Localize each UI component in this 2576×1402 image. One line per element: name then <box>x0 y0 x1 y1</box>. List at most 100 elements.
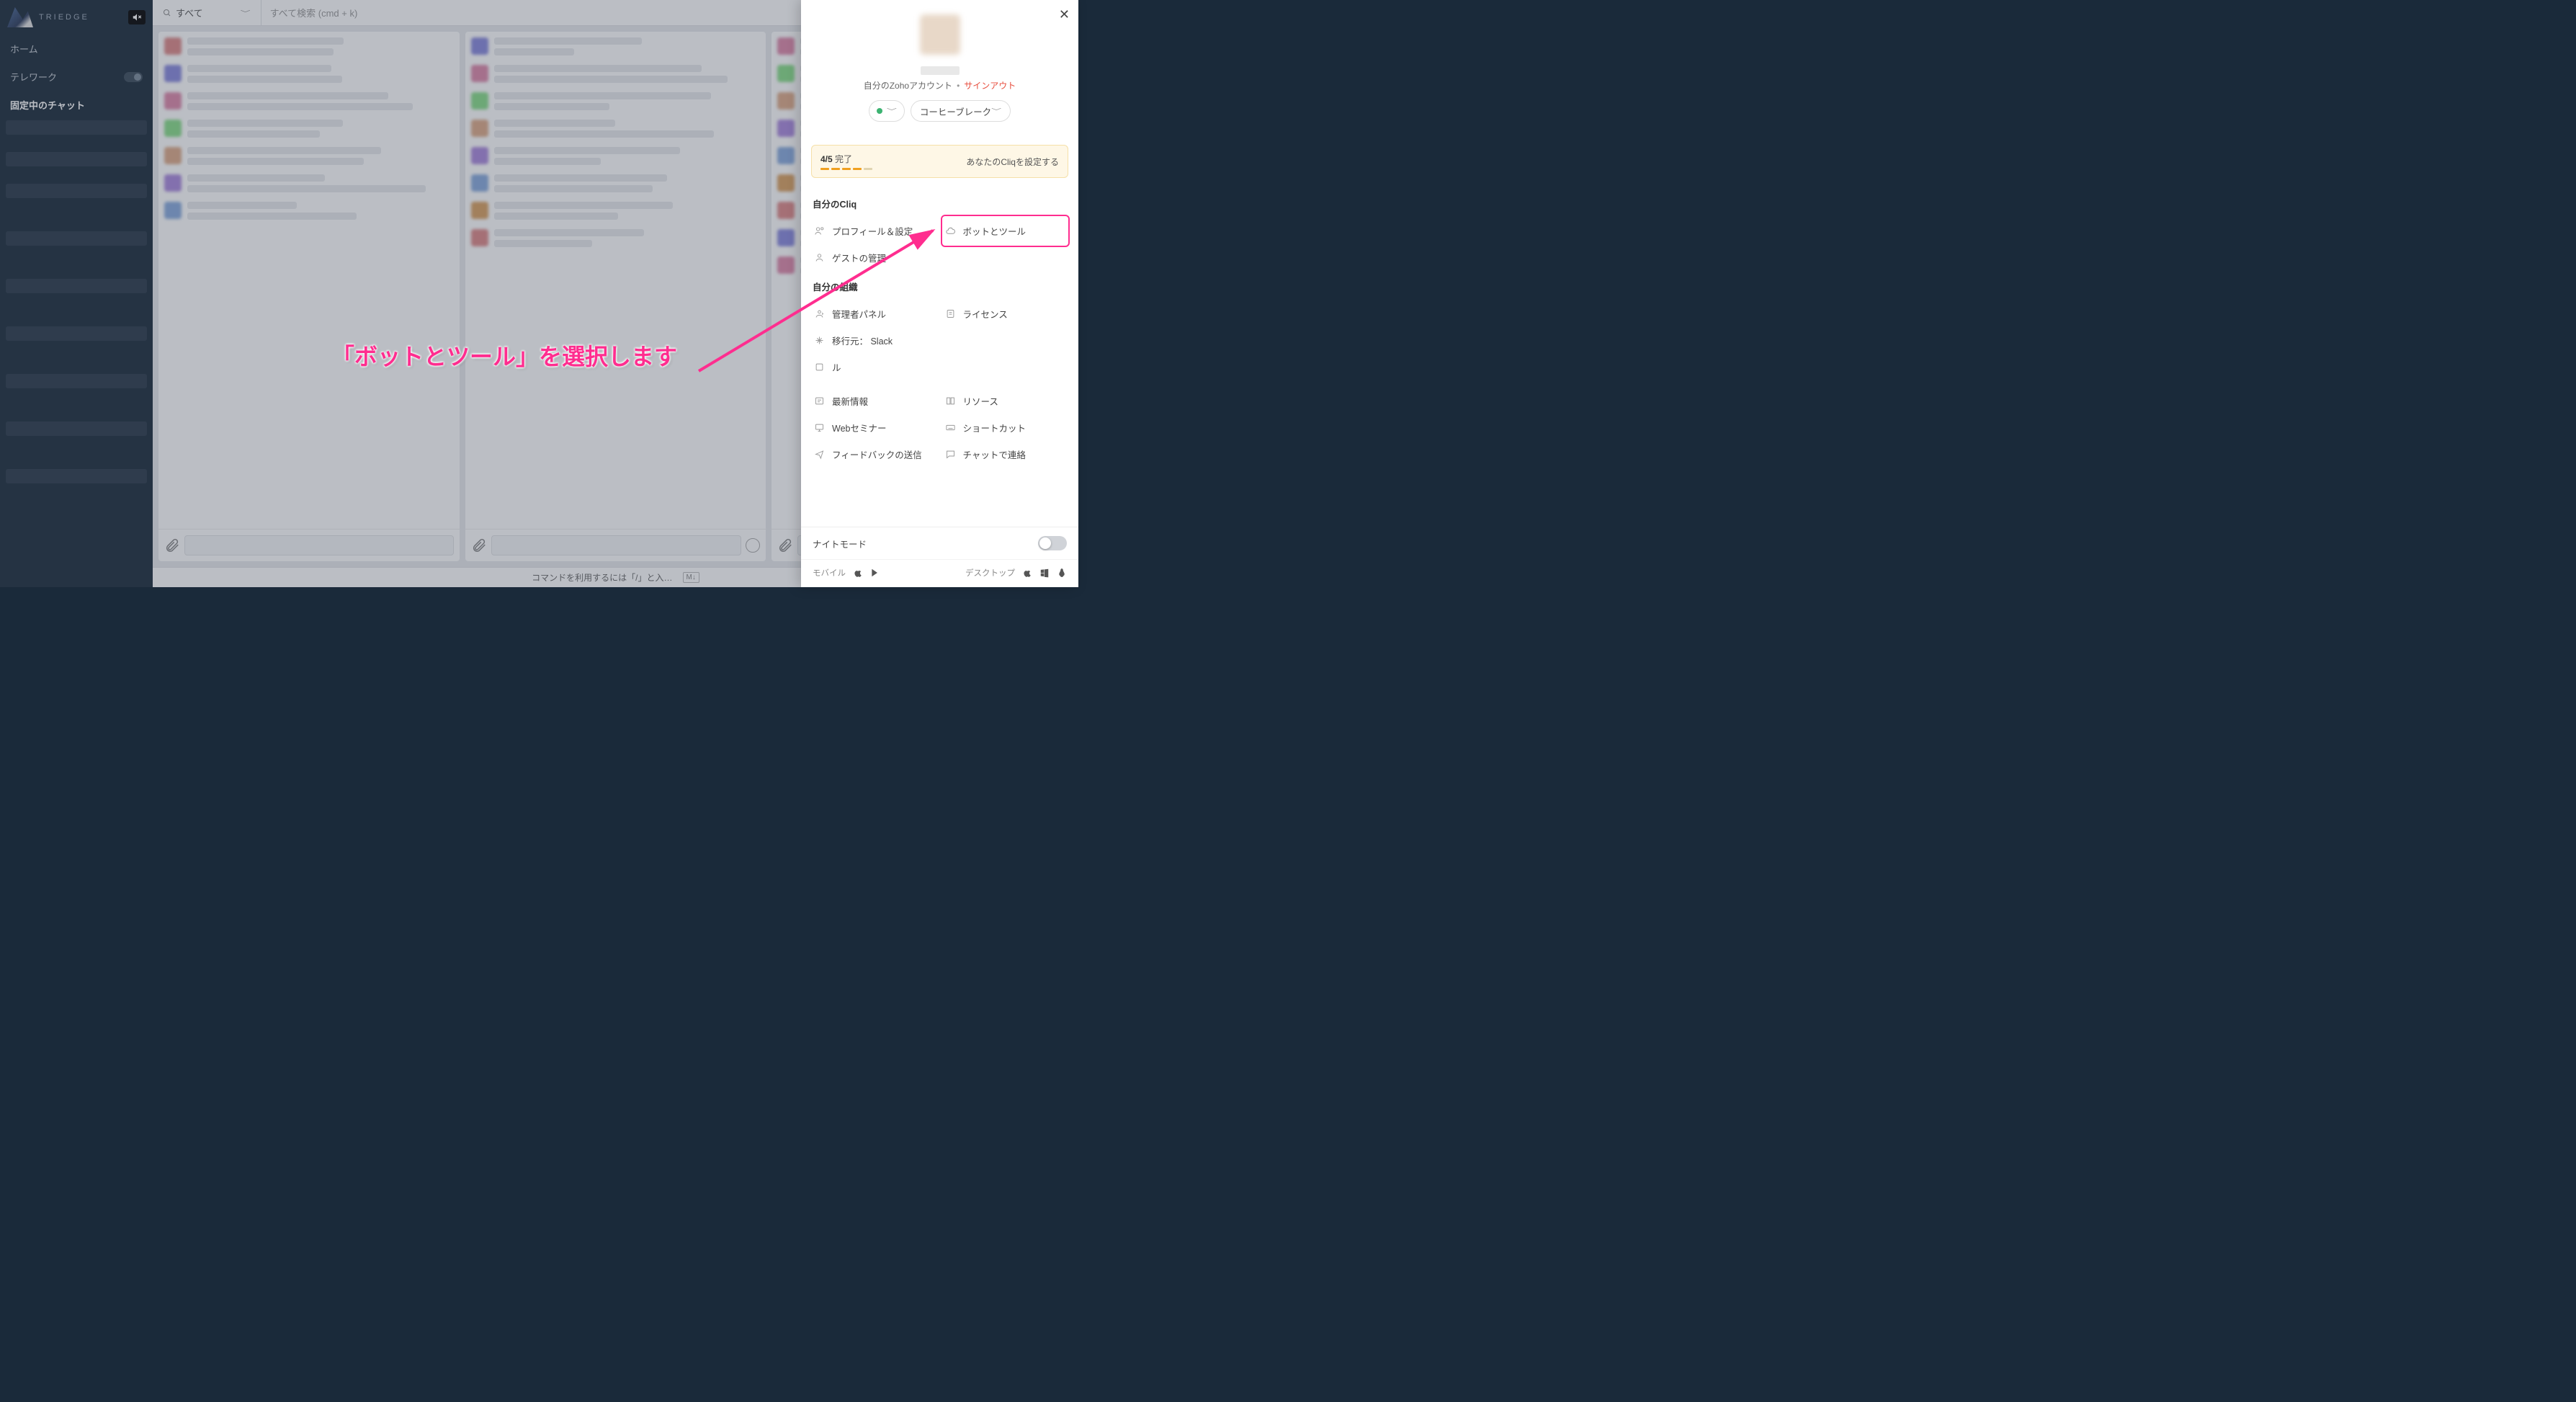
user-gear-icon <box>814 226 825 236</box>
sidebar-chat-item[interactable] <box>6 390 147 404</box>
slack-icon <box>814 335 825 346</box>
sidebar-chat-item[interactable] <box>6 406 147 420</box>
opt-feedback[interactable]: フィードバックの送信 <box>813 441 936 468</box>
sidebar-chat-item[interactable] <box>6 295 147 309</box>
sidebar-chat-item[interactable] <box>6 184 147 198</box>
sidebar-chat-item[interactable] <box>6 469 147 483</box>
chevron-down-icon: ﹀ <box>887 107 897 115</box>
opt-guest-management[interactable]: ゲストの管理 <box>813 244 936 271</box>
presence-dropdown[interactable]: ﹀ <box>869 100 905 122</box>
opt-unknown[interactable]: ル <box>813 354 1067 380</box>
mute-button[interactable] <box>128 10 146 24</box>
sidebar-chat-item[interactable] <box>6 279 147 293</box>
onboarding-progress-banner[interactable]: 4/5 完了 あなたのCliqを設定する <box>811 145 1068 178</box>
message-input[interactable] <box>184 535 454 555</box>
opt-license[interactable]: ライセンス <box>944 300 1068 327</box>
sidebar-chat-item[interactable] <box>6 215 147 230</box>
book-icon <box>945 396 956 406</box>
section-my-cliq: 自分のCliq <box>813 197 1067 210</box>
linux-icon[interactable] <box>1057 568 1067 578</box>
brand-logo-icon <box>7 7 33 27</box>
sidebar-chat-item[interactable] <box>6 247 147 262</box>
chevron-down-icon: ﹀ <box>991 107 1001 115</box>
desktop-label: デスクトップ <box>965 567 1015 579</box>
search-filter-dropdown[interactable]: すべて ﹀ <box>153 0 261 25</box>
keyboard-icon <box>945 422 956 433</box>
monitor-icon <box>814 422 825 433</box>
pinned-chat-item[interactable] <box>6 168 147 182</box>
mobile-label: モバイル <box>813 567 846 579</box>
progress-segments <box>820 168 872 170</box>
chat-messages[interactable] <box>465 32 766 529</box>
chat-messages[interactable] <box>158 32 460 529</box>
admin-icon <box>814 308 825 319</box>
left-sidebar: TRIEDGE ホーム テレワーク 固定中のチャット <box>0 0 153 587</box>
chat-column <box>158 32 460 561</box>
close-panel-button[interactable]: ✕ <box>1059 7 1070 22</box>
sidebar-chat-item[interactable] <box>6 453 147 468</box>
nav-home[interactable]: ホーム <box>0 35 153 63</box>
profile-side-panel: ✕ 自分のZohoアカウント • サインアウト ﹀ コーヒーブレーク ﹀ 4/5… <box>801 0 1078 587</box>
presence-dot-icon <box>877 108 882 114</box>
signout-link[interactable]: サインアウト <box>964 79 1016 91</box>
sidebar-chat-item[interactable] <box>6 231 147 246</box>
license-icon <box>945 308 956 319</box>
status-select[interactable]: コーヒーブレーク ﹀ <box>911 100 1011 122</box>
nav-telework[interactable]: テレワーク <box>0 63 153 91</box>
progress-cta[interactable]: あなたのCliqを設定する <box>966 156 1059 168</box>
sidebar-chat-item[interactable] <box>6 311 147 325</box>
emoji-button[interactable] <box>746 538 760 553</box>
profile-block: 自分のZohoアカウント • サインアウト ﹀ コーヒーブレーク ﹀ <box>801 0 1078 130</box>
opt-chat-contact[interactable]: チャットで連絡 <box>944 441 1068 468</box>
sidebar-chat-item[interactable] <box>6 485 147 499</box>
pinned-chat-item[interactable] <box>6 152 147 166</box>
attach-button[interactable] <box>471 537 487 553</box>
opt-migrate-slack[interactable]: 移行元： Slack <box>813 327 1067 354</box>
opt-profile-settings[interactable]: プロフィール＆設定 <box>813 218 936 244</box>
night-mode-toggle[interactable] <box>1038 536 1067 550</box>
opt-resources[interactable]: リソース <box>944 388 1068 414</box>
avatar <box>920 14 960 55</box>
chevron-down-icon: ﹀ <box>241 9 251 17</box>
opt-shortcuts[interactable]: ショートカット <box>944 414 1068 441</box>
sidebar-chat-item[interactable] <box>6 263 147 277</box>
opt-whats-new[interactable]: 最新情報 <box>813 388 936 414</box>
sidebar-chat-item[interactable] <box>6 437 147 452</box>
sidebar-chat-item[interactable] <box>6 358 147 372</box>
opt-webinar[interactable]: Webセミナー <box>813 414 936 441</box>
brand-name: TRIEDGE <box>39 13 89 22</box>
telework-toggle[interactable] <box>124 72 143 82</box>
progress-label: 完了 <box>835 154 852 164</box>
status-label: コーヒーブレーク <box>920 104 991 118</box>
chat-column <box>465 32 766 561</box>
section-my-org: 自分の組織 <box>813 280 1067 293</box>
opt-bots-tools[interactable]: ボットとツール <box>944 218 1068 244</box>
brand-row: TRIEDGE <box>0 4 153 35</box>
separator: • <box>957 81 960 91</box>
sidebar-chat-item[interactable] <box>6 421 147 436</box>
news-icon <box>814 396 825 406</box>
apple-icon[interactable] <box>853 568 863 578</box>
filter-label: すべて <box>176 6 203 19</box>
search-icon <box>163 9 171 17</box>
pinned-chat-item[interactable] <box>6 136 147 151</box>
googleplay-icon[interactable] <box>870 568 880 578</box>
guest-icon <box>814 252 825 263</box>
sidebar-chat-item[interactable] <box>6 342 147 357</box>
pinned-chats-header: 固定中のチャット <box>0 91 153 119</box>
attach-button[interactable] <box>164 537 180 553</box>
send-icon <box>814 449 825 460</box>
sidebar-chat-item[interactable] <box>6 200 147 214</box>
message-input[interactable] <box>491 535 742 555</box>
pinned-chat-item[interactable] <box>6 120 147 135</box>
windows-icon[interactable] <box>1039 568 1050 578</box>
command-hint: コマンドを利用するには「/」と入… <box>532 571 672 584</box>
sidebar-chat-item[interactable] <box>6 326 147 341</box>
account-label[interactable]: 自分のZohoアカウント <box>864 79 952 91</box>
panel-footer: ナイトモード モバイル デスクトップ <box>801 527 1078 587</box>
opt-admin-panel[interactable]: 管理者パネル <box>813 300 936 327</box>
apple-icon[interactable] <box>1022 568 1032 578</box>
attach-button[interactable] <box>777 537 793 553</box>
generic-icon <box>814 362 825 372</box>
sidebar-chat-item[interactable] <box>6 374 147 388</box>
